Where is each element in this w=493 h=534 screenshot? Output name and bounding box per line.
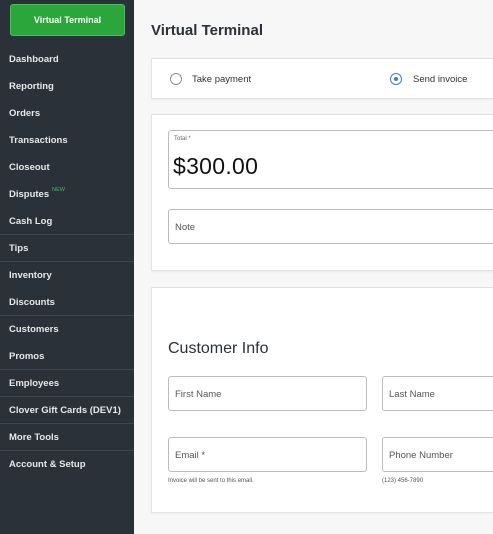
- first-name-placeholder: First Name: [175, 389, 222, 400]
- send-invoice-radio[interactable]: [390, 73, 402, 85]
- sidebar-item-transactions[interactable]: Transactions: [0, 127, 134, 154]
- send-invoice-label[interactable]: Send invoice: [413, 74, 467, 85]
- take-payment-label[interactable]: Take payment: [192, 74, 251, 85]
- sidebar-item-label: More Tools: [9, 431, 59, 443]
- sidebar-item-label: Disputes: [9, 189, 50, 200]
- sidebar-item-label: Discounts: [9, 296, 55, 308]
- last-name-field[interactable]: Last Name: [382, 376, 493, 411]
- sidebar-item-label: Orders: [9, 108, 41, 119]
- note-placeholder: Note: [175, 222, 196, 233]
- sidebar-item-label: Dashboard: [9, 54, 59, 65]
- sidebar-item-label: Reporting: [9, 81, 54, 92]
- email-field[interactable]: Email *: [168, 437, 367, 472]
- virtual-terminal-button[interactable]: Virtual Terminal: [10, 4, 125, 36]
- sidebar-item-label: Tips: [9, 242, 29, 254]
- sidebar-item-promos[interactable]: Promos: [0, 343, 134, 370]
- new-badge: NEW: [52, 186, 65, 193]
- sidebar-item-label: Transactions: [9, 135, 68, 146]
- sidebar-item-account-setup[interactable]: Account & Setup: [0, 451, 134, 478]
- sidebar-item-employees[interactable]: Employees: [0, 370, 134, 397]
- sidebar-item-label: Employees: [9, 377, 60, 389]
- sidebar-item-more-tools[interactable]: More Tools: [0, 424, 134, 451]
- sidebar-item-cash-log[interactable]: Cash Log: [0, 208, 134, 235]
- customer-info-title: Customer Info: [168, 340, 269, 357]
- sidebar-nav: Dashboard Reporting Orders Transactions …: [0, 46, 134, 478]
- sidebar-item-gift-cards[interactable]: Clover Gift Cards (DEV1): [0, 397, 134, 424]
- last-name-placeholder: Last Name: [389, 389, 435, 400]
- main-content: Virtual Terminal Take payment Send invoi…: [134, 0, 493, 534]
- sidebar-item-closeout[interactable]: Closeout: [0, 154, 134, 181]
- total-value: $300.00: [173, 153, 259, 179]
- sidebar-item-label: Clover Gift Cards (DEV1): [9, 404, 121, 416]
- page-title: Virtual Terminal: [151, 22, 263, 39]
- first-name-field[interactable]: First Name: [168, 376, 367, 411]
- sidebar-item-label: Account & Setup: [9, 459, 86, 470]
- sidebar-item-label: Promos: [9, 350, 45, 362]
- sidebar-item-dashboard[interactable]: Dashboard: [0, 46, 134, 73]
- note-field[interactable]: Note: [168, 209, 493, 244]
- sidebar: Virtual Terminal Dashboard Reporting Ord…: [0, 0, 134, 534]
- sidebar-item-reporting[interactable]: Reporting: [0, 73, 134, 100]
- phone-field[interactable]: Phone Number: [382, 437, 493, 472]
- sidebar-item-label: Cash Log: [9, 215, 53, 227]
- sidebar-item-discounts[interactable]: Discounts: [0, 289, 134, 316]
- sidebar-item-label: Inventory: [9, 270, 52, 281]
- mode-selector-card: Take payment Send invoice: [151, 58, 493, 99]
- total-label: Total *: [174, 136, 191, 142]
- payment-card: Total * $300.00 Note: [151, 114, 493, 271]
- customer-info-card: Customer Info First Name Last Name Email…: [151, 287, 493, 513]
- sidebar-item-customers[interactable]: Customers: [0, 316, 134, 343]
- email-hint: Invoice will be sent to this email.: [168, 478, 254, 484]
- phone-placeholder: Phone Number: [389, 450, 453, 461]
- sidebar-item-disputes[interactable]: Disputes NEW: [0, 181, 134, 208]
- sidebar-item-orders[interactable]: Orders: [0, 100, 134, 127]
- sidebar-item-inventory[interactable]: Inventory: [0, 262, 134, 289]
- sidebar-item-tips[interactable]: Tips: [0, 235, 134, 262]
- sidebar-item-label: Closeout: [9, 162, 50, 173]
- email-placeholder: Email *: [175, 450, 206, 461]
- phone-hint: (123) 456-7890: [382, 478, 424, 484]
- take-payment-radio[interactable]: [170, 73, 182, 85]
- sidebar-item-label: Customers: [9, 324, 59, 335]
- total-field[interactable]: Total * $300.00: [168, 130, 493, 189]
